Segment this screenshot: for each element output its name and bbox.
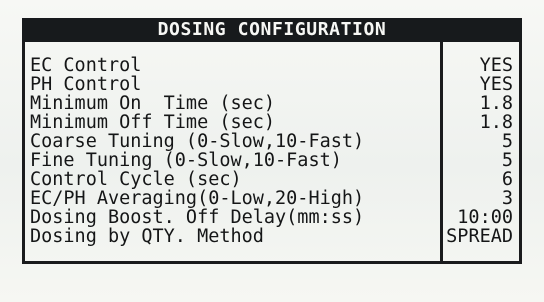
setting-value-coarse-tuning[interactable]: 5 [445, 132, 515, 151]
setting-label-dosing-boost-off-delay[interactable]: Dosing Boost. Off Delay(mm:ss) [30, 208, 440, 227]
setting-value-minimum-off-time[interactable]: 1.8 [445, 113, 515, 132]
settings-labels: EC Control PH Control Minimum On Time (s… [30, 56, 440, 246]
lcd-screen: DOSING CONFIGURATION EC Control PH Contr… [0, 0, 544, 302]
setting-label-ph-control[interactable]: PH Control [30, 75, 440, 94]
title-bar: DOSING CONFIGURATION [22, 18, 522, 42]
setting-label-minimum-on-time[interactable]: Minimum On Time (sec) [30, 94, 440, 113]
setting-value-fine-tuning[interactable]: 5 [445, 151, 515, 170]
screen-title: DOSING CONFIGURATION [157, 19, 387, 40]
setting-value-dosing-by-qty-method[interactable]: SPREAD [445, 227, 515, 246]
setting-label-ec-ph-averaging[interactable]: EC/PH Averaging(0-Low,20-High) [30, 189, 440, 208]
setting-label-fine-tuning[interactable]: Fine Tuning (0-Slow,10-Fast) [30, 151, 440, 170]
settings-values: YES YES 1.8 1.8 5 5 6 3 10:00 SPREAD [445, 56, 515, 246]
setting-label-coarse-tuning[interactable]: Coarse Tuning (0-Slow,10-Fast) [30, 132, 440, 151]
setting-label-control-cycle[interactable]: Control Cycle (sec) [30, 170, 440, 189]
setting-label-minimum-off-time[interactable]: Minimum Off Time (sec) [30, 113, 440, 132]
setting-value-dosing-boost-off-delay[interactable]: 10:00 [445, 208, 515, 227]
setting-label-ec-control[interactable]: EC Control [30, 56, 440, 75]
setting-label-dosing-by-qty-method[interactable]: Dosing by QTY. Method [30, 227, 440, 246]
setting-value-ph-control[interactable]: YES [445, 75, 515, 94]
setting-value-ec-control[interactable]: YES [445, 56, 515, 75]
column-divider [440, 42, 443, 264]
setting-value-control-cycle[interactable]: 6 [445, 170, 515, 189]
setting-value-minimum-on-time[interactable]: 1.8 [445, 94, 515, 113]
setting-value-ec-ph-averaging[interactable]: 3 [445, 189, 515, 208]
